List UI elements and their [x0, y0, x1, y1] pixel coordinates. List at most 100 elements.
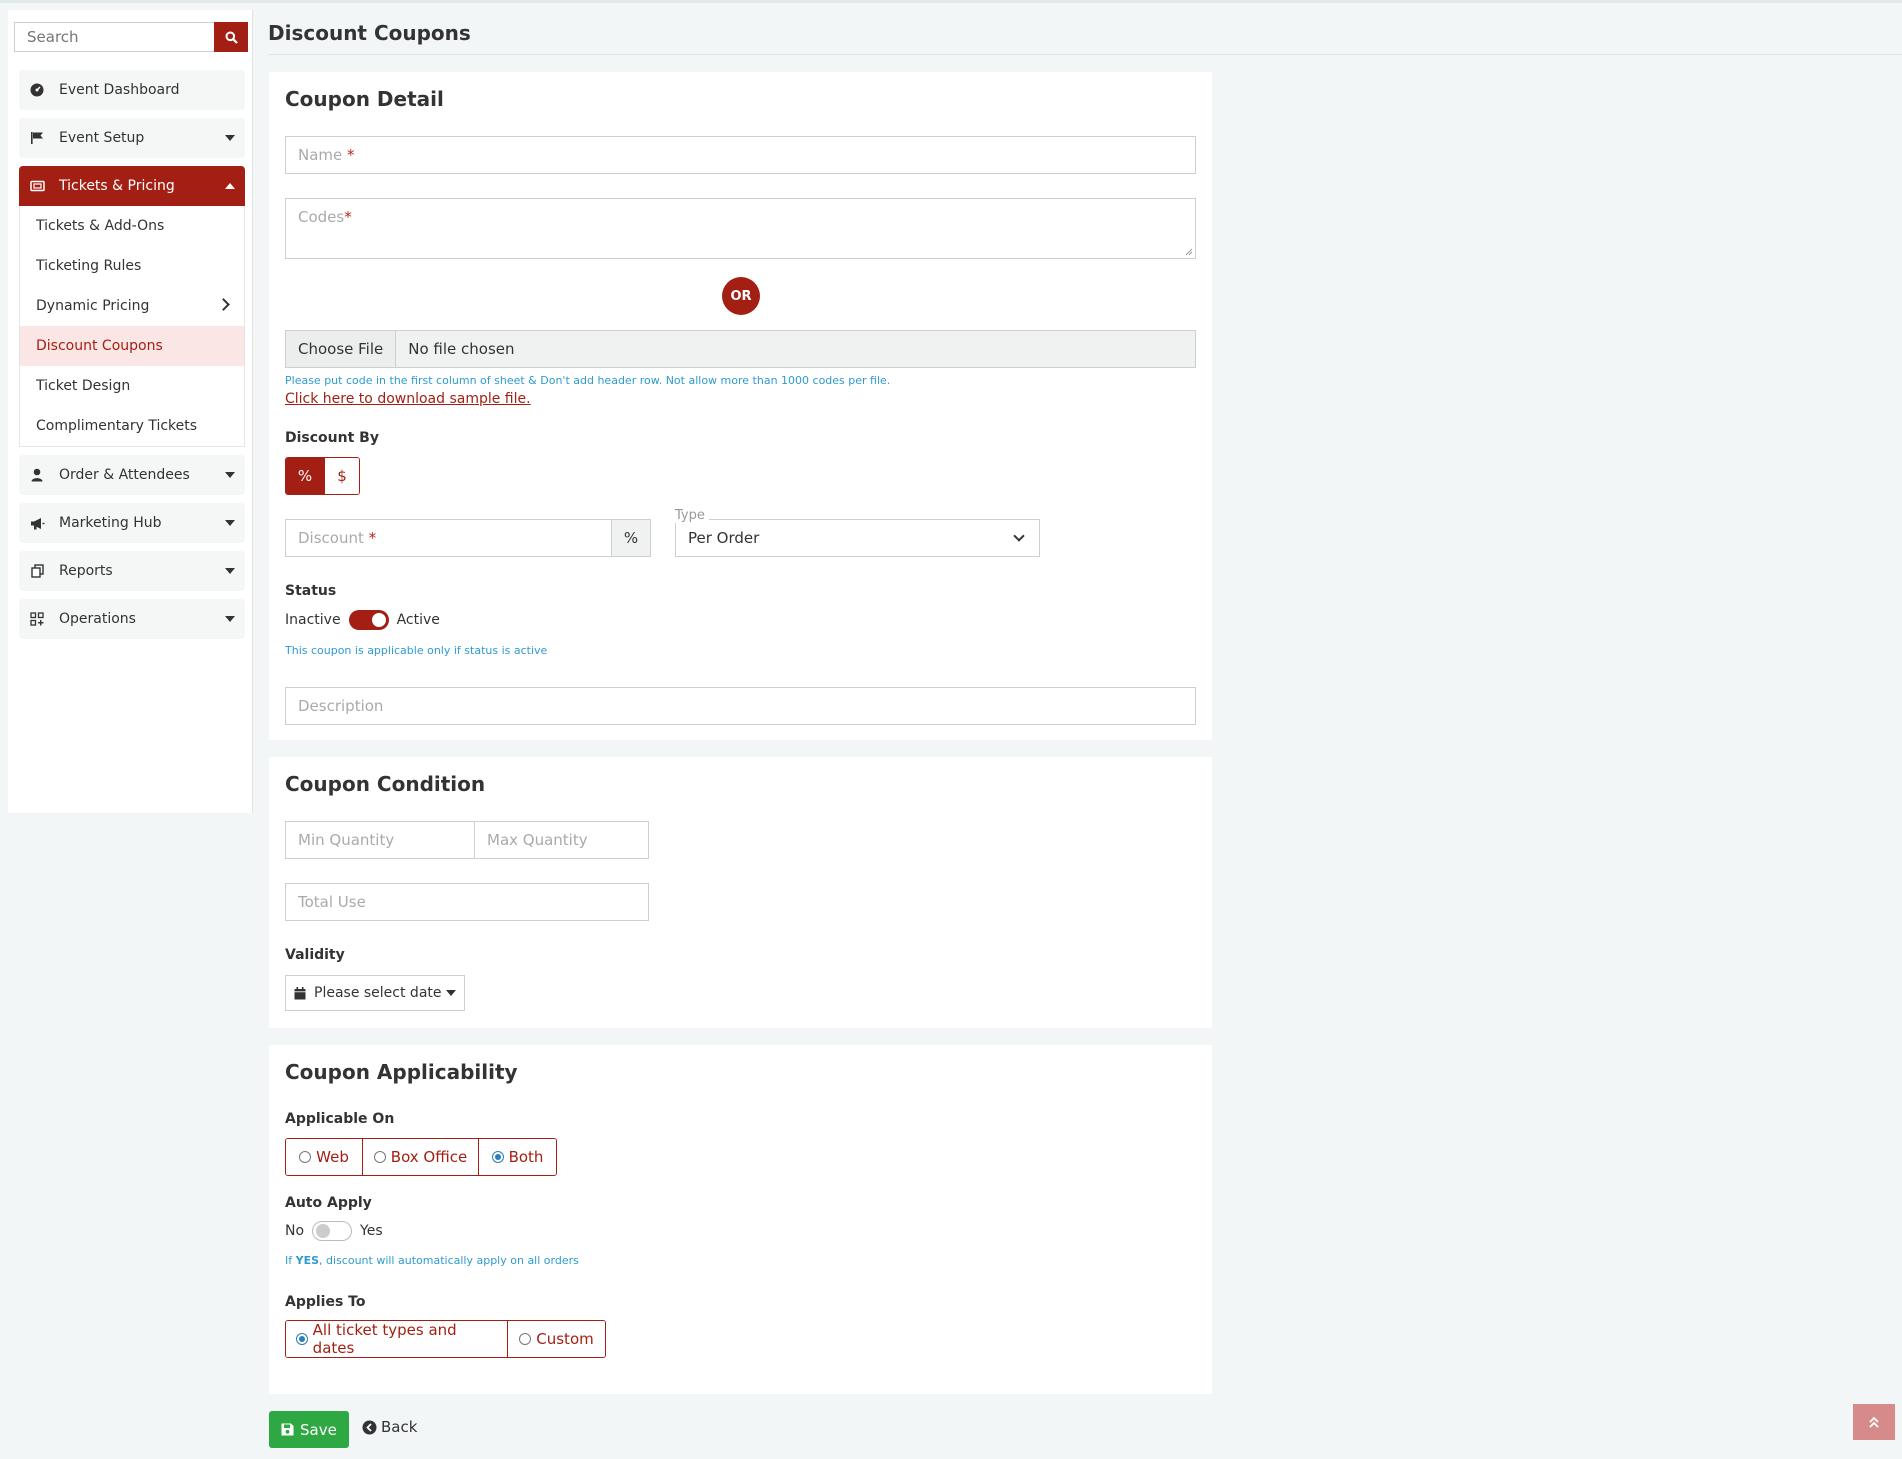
caret-down-icon — [225, 472, 235, 478]
sidebar-item-tickets-pricing[interactable]: Tickets & Pricing — [19, 166, 245, 206]
coupon-applicability-card: Coupon Applicability Applicable On Web B… — [269, 1045, 1212, 1394]
save-icon — [281, 1423, 294, 1436]
save-button[interactable]: Save — [269, 1411, 349, 1448]
title-divider — [268, 54, 1902, 55]
caret-down-icon — [225, 520, 235, 526]
discount-percent-button[interactable]: % — [286, 458, 325, 494]
sidebar-item-ticket-design[interactable]: Ticket Design — [20, 366, 244, 406]
applies-to-label: Applies To — [285, 1294, 366, 1310]
codes-textarea[interactable]: Codes* — [285, 198, 1196, 259]
status-hint: This coupon is applicable only if status… — [285, 644, 548, 657]
sidebar: Event Dashboard Event Setup Tickets & Pr… — [8, 10, 253, 813]
radio-icon — [373, 1151, 386, 1163]
description-placeholder: Description — [298, 697, 384, 715]
status-toggle[interactable] — [348, 610, 389, 630]
caret-down-icon — [225, 135, 235, 141]
sidebar-item-label: Tickets & Add-Ons — [36, 218, 165, 234]
sidebar-item-operations[interactable]: Operations — [19, 599, 245, 639]
coupon-applicability-title: Coupon Applicability — [285, 1060, 518, 1084]
name-input[interactable]: Name * — [285, 136, 1196, 174]
applies-to-all-option[interactable]: All ticket types and dates — [286, 1321, 508, 1357]
status-switch-row: Inactive Active — [285, 610, 440, 630]
status-label: Status — [285, 583, 337, 599]
discount-dollar-button[interactable]: $ — [325, 458, 359, 494]
date-button-label: Please select date — [314, 985, 442, 1001]
applicable-web-option[interactable]: Web — [286, 1139, 363, 1175]
megaphone-icon — [29, 515, 45, 531]
type-value: Per Order — [688, 529, 760, 547]
auto-apply-hint: If YES, discount will automatically appl… — [285, 1254, 579, 1267]
sidebar-item-marketing-hub[interactable]: Marketing Hub — [19, 503, 245, 543]
search-button[interactable] — [214, 22, 248, 52]
sidebar-item-event-setup[interactable]: Event Setup — [19, 118, 245, 158]
auto-apply-no-label: No — [285, 1223, 305, 1239]
resize-handle-icon[interactable] — [1185, 248, 1193, 256]
sidebar-item-order-attendees[interactable]: Order & Attendees — [19, 455, 245, 495]
codes-placeholder: Codes* — [298, 208, 352, 226]
applicable-on-label: Applicable On — [285, 1111, 395, 1127]
back-label: Back — [381, 1418, 418, 1436]
save-label: Save — [300, 1420, 337, 1439]
discount-by-label: Discount By — [285, 430, 379, 446]
applicable-both-option[interactable]: Both — [479, 1139, 556, 1175]
flag-icon — [29, 130, 45, 146]
top-border — [0, 0, 1902, 3]
applies-to-group: All ticket types and dates Custom — [285, 1320, 606, 1358]
sidebar-item-label: Operations — [59, 611, 136, 627]
sidebar-item-label: Order & Attendees — [59, 467, 190, 483]
discount-by-toggle: % $ — [285, 457, 360, 495]
sidebar-item-label: Tickets & Pricing — [59, 178, 175, 194]
back-icon — [362, 1420, 377, 1434]
caret-down-icon — [225, 616, 235, 622]
radio-icon — [519, 1333, 532, 1345]
max-quantity-input[interactable]: Max Quantity — [474, 821, 649, 859]
dashboard-icon — [29, 82, 45, 98]
file-status: No file chosen — [408, 340, 515, 358]
sidebar-item-label: Event Dashboard — [59, 82, 180, 98]
coupon-detail-card: Coupon Detail Name * Codes* OR Choose Fi… — [269, 72, 1212, 740]
user-icon — [29, 467, 45, 483]
or-badge: OR — [722, 277, 760, 315]
sidebar-search — [14, 22, 248, 52]
radio-checked-icon — [296, 1333, 308, 1345]
sidebar-item-discount-coupons[interactable]: Discount Coupons — [20, 326, 244, 366]
applicable-box-office-option[interactable]: Box Office — [363, 1139, 479, 1175]
sidebar-item-ticketing-rules[interactable]: Ticketing Rules — [20, 246, 244, 286]
required-mark: * — [344, 208, 352, 226]
sidebar-item-complimentary-tickets[interactable]: Complimentary Tickets — [20, 406, 244, 446]
min-quantity-input[interactable]: Min Quantity — [285, 821, 475, 859]
file-upload[interactable]: Choose File No file chosen — [285, 330, 1196, 368]
page-title: Discount Coupons — [268, 21, 471, 45]
sidebar-item-label: Event Setup — [59, 130, 145, 146]
auto-apply-switch-row: No Yes — [285, 1221, 383, 1241]
sidebar-item-tickets-add-ons[interactable]: Tickets & Add-Ons — [20, 206, 244, 246]
back-button[interactable]: Back — [362, 1418, 417, 1436]
toggle-knob — [316, 1224, 331, 1238]
min-quantity-placeholder: Min Quantity — [298, 831, 395, 849]
search-icon — [225, 31, 238, 44]
validity-date-button[interactable]: Please select date — [285, 975, 465, 1011]
sidebar-item-dynamic-pricing[interactable]: Dynamic Pricing — [20, 286, 244, 326]
download-sample-link[interactable]: Click here to download sample file. — [285, 391, 531, 407]
required-mark: * — [347, 146, 355, 164]
description-input[interactable]: Description — [285, 687, 1196, 725]
coupon-detail-title: Coupon Detail — [285, 87, 444, 111]
scroll-to-top-button[interactable] — [1853, 1404, 1895, 1440]
type-select[interactable]: Per Order — [675, 519, 1040, 557]
choose-file-button[interactable]: Choose File — [286, 331, 397, 367]
caret-down-icon — [445, 990, 456, 996]
file-hint: Please put code in the first column of s… — [285, 374, 891, 387]
copy-icon — [29, 563, 45, 579]
applies-to-custom-option[interactable]: Custom — [508, 1321, 605, 1357]
discount-input[interactable]: Discount * — [285, 519, 612, 557]
sidebar-item-reports[interactable]: Reports — [19, 551, 245, 591]
double-chevron-up-icon — [1869, 1416, 1879, 1428]
auto-apply-toggle[interactable] — [312, 1221, 353, 1241]
sidebar-item-event-dashboard[interactable]: Event Dashboard — [19, 70, 245, 110]
total-use-input[interactable]: Total Use — [285, 883, 649, 921]
sidebar-item-label: Discount Coupons — [36, 338, 163, 354]
toggle-knob — [371, 613, 386, 627]
applicable-on-group: Web Box Office Both — [285, 1138, 557, 1176]
search-input[interactable] — [14, 22, 214, 52]
coupon-condition-title: Coupon Condition — [285, 772, 486, 796]
